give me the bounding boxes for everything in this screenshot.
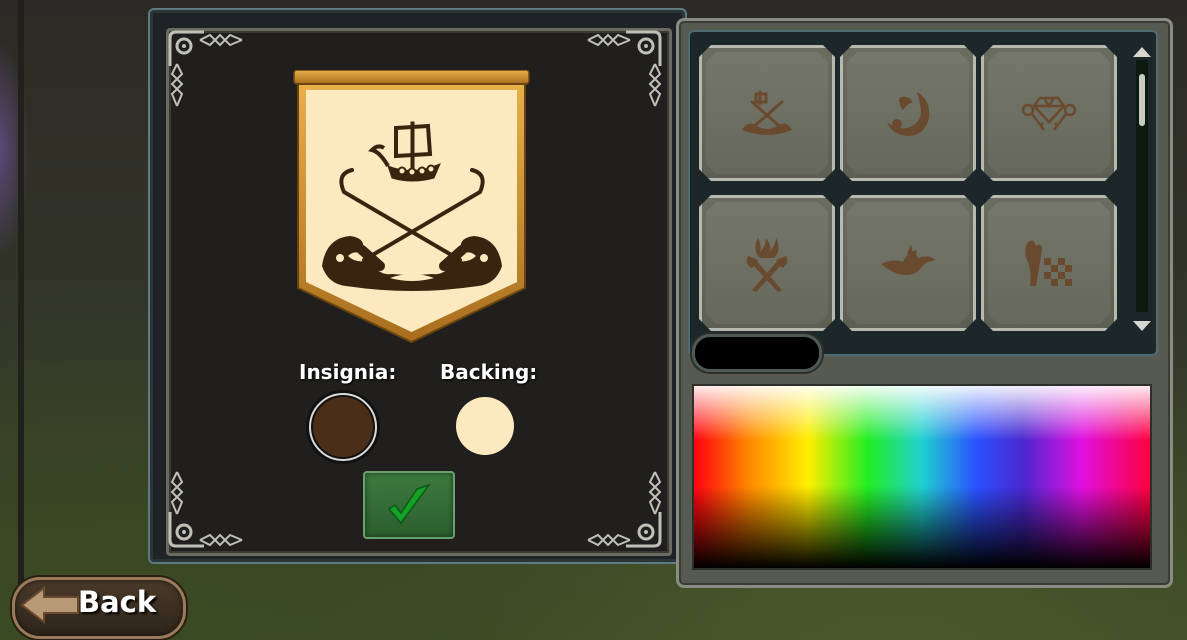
- checkered-flag-dragon-icon: [1014, 228, 1084, 298]
- backing-color-label: Backing:: [440, 360, 538, 384]
- back-arrow-icon[interactable]: [20, 585, 80, 625]
- celtic-knot-ornament-icon: [586, 532, 632, 547]
- celtic-knot-ornament-icon: [648, 470, 662, 516]
- insignia-tile[interactable]: [981, 45, 1117, 181]
- insignia-tile[interactable]: [699, 45, 835, 181]
- confirm-button[interactable]: [363, 471, 455, 539]
- clan-name-field[interactable]: [692, 334, 822, 372]
- scroll-up-arrow-icon[interactable]: [1131, 44, 1153, 58]
- insignia-tile[interactable]: [981, 195, 1117, 331]
- celtic-knot-ornament-icon: [198, 532, 244, 547]
- celtic-knot-ornament-icon: [648, 62, 662, 108]
- insignia-color-label: Insignia:: [299, 360, 397, 384]
- flaming-axes-icon: [732, 228, 802, 298]
- color-picker-spectrum[interactable]: [692, 384, 1152, 570]
- celtic-knot-ornament-icon: [586, 32, 632, 47]
- insignia-banner: [292, 69, 531, 346]
- celtic-knot-ornament-icon: [198, 32, 244, 47]
- back-button-label[interactable]: Back: [78, 585, 156, 619]
- background-tree: [18, 0, 24, 600]
- dragon-crescent-icon: [873, 78, 943, 148]
- insignia-color-swatch[interactable]: [309, 393, 377, 461]
- insignia-tile[interactable]: [699, 195, 835, 331]
- celtic-knot-ornament-icon: [170, 470, 184, 516]
- scrollbar-thumb[interactable]: [1139, 74, 1145, 126]
- checkmark-icon: [387, 483, 432, 525]
- celtic-knot-ornament-icon: [170, 62, 184, 108]
- winged-dragon-icon: [873, 228, 943, 298]
- insignia-tile[interactable]: [840, 45, 976, 181]
- background-glow: [0, 40, 30, 260]
- scroll-down-arrow-icon[interactable]: [1131, 318, 1153, 332]
- backing-color-swatch[interactable]: [456, 397, 514, 455]
- insignia-tile[interactable]: [840, 195, 976, 331]
- gem-and-keys-icon: [1014, 78, 1084, 148]
- viking-ship-crossed-spears-icon: [732, 78, 802, 148]
